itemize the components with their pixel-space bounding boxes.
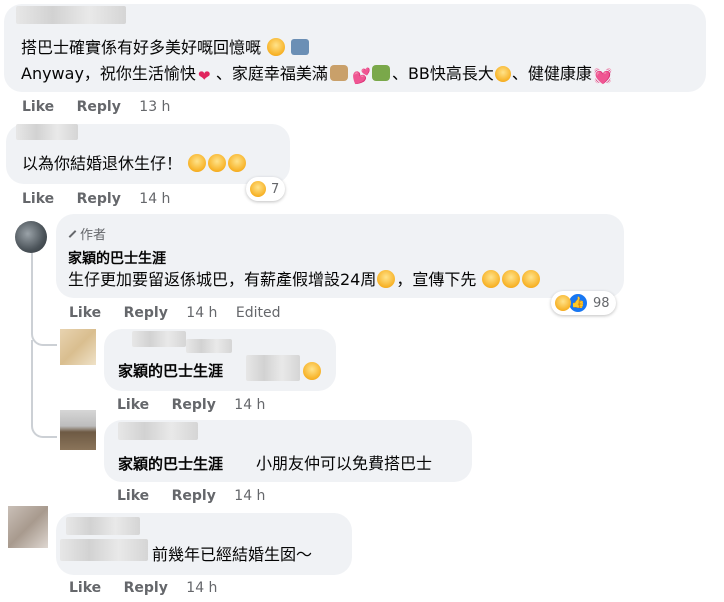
comment-actions: Like Reply 14 h xyxy=(117,488,265,504)
rolling-laughing-icon xyxy=(208,154,227,172)
timestamp[interactable]: 14 h xyxy=(139,191,170,207)
comment-actions: Like Reply 14 h xyxy=(22,191,170,207)
comment-text: 搭巴士確實係有好多美好嘅回憶嘅 xyxy=(21,38,310,58)
reply-button[interactable]: Reply xyxy=(77,191,121,207)
edited-label[interactable]: Edited xyxy=(236,305,281,321)
author-avatar[interactable] xyxy=(15,221,47,253)
comment-actions: Like Reply 14 h Edited xyxy=(69,305,281,321)
laughing-face-icon xyxy=(502,270,521,288)
mention-link[interactable]: 家穎的巴士生涯 xyxy=(118,455,223,473)
couple-icon xyxy=(329,65,348,81)
comment-text: 以為你結婚退休生仔！ xyxy=(22,154,247,174)
comment-actions: Like Reply 14 h xyxy=(117,397,265,413)
commenter-name-blurred[interactable] xyxy=(132,331,186,347)
rolling-laughing-icon xyxy=(228,154,247,172)
timestamp[interactable]: 14 h xyxy=(186,580,217,596)
author-name[interactable]: 家穎的巴士生涯 xyxy=(68,248,166,268)
comment-text: 小朋友仲可以免費搭巴士 xyxy=(256,454,433,473)
comment-bubble: 作者 家穎的巴士生涯 生仔更加要留返係城巴，有薪產假增設24周 ，宣傳下先 xyxy=(56,214,624,298)
reply-button[interactable]: Reply xyxy=(124,580,168,596)
like-button[interactable]: Like xyxy=(69,305,101,321)
comment-actions: Like Reply 14 h xyxy=(69,580,217,596)
reply-button[interactable]: Reply xyxy=(172,397,216,413)
laughing-face-icon xyxy=(188,154,207,172)
comment-actions: Like Reply 13 h xyxy=(22,99,170,115)
commenter-name-blurred[interactable] xyxy=(16,124,78,140)
timestamp[interactable]: 14 h xyxy=(234,397,265,413)
comment-bubble: 家穎的巴士生涯 xyxy=(104,329,336,391)
timestamp[interactable]: 13 h xyxy=(139,99,170,115)
house-tree-icon xyxy=(371,65,390,81)
comment-text-blurred xyxy=(246,355,300,381)
like-button[interactable]: Like xyxy=(117,488,149,504)
haha-reaction-icon xyxy=(250,181,266,197)
smiling-face-hearts-icon xyxy=(267,38,286,56)
bus-icon xyxy=(291,39,310,55)
commenter-name-blurred[interactable] xyxy=(118,422,198,440)
haha-reaction-icon xyxy=(555,295,571,311)
commenter-name-blurred[interactable] xyxy=(66,517,140,535)
like-button[interactable]: Like xyxy=(69,580,101,596)
thread-line xyxy=(31,340,57,438)
commenter-name-blurred[interactable] xyxy=(186,339,232,353)
timestamp[interactable]: 14 h xyxy=(234,488,265,504)
commenter-name-blurred[interactable] xyxy=(16,6,126,24)
reply-button[interactable]: Reply xyxy=(172,488,216,504)
comment-bubble: 前幾年已經結婚生囡～ xyxy=(56,513,352,575)
like-reaction-icon: 👍 xyxy=(568,293,588,313)
two-hearts-icon: 💕 xyxy=(351,67,371,85)
comment-text-line2: Anyway，祝你生活愉快 ❤ 、家庭幸福美滿 💕 、BB快高長大 、健健康康 💓 xyxy=(21,64,613,85)
rolling-laughing-icon xyxy=(377,270,396,288)
laughing-face-icon xyxy=(303,362,321,380)
baby-icon xyxy=(494,66,511,82)
comment-bubble: 家穎的巴士生涯 小朋友仲可以免費搭巴士 xyxy=(104,420,472,482)
comment-text: 生仔更加要留返係城巴，有薪產假增設24周 ，宣傳下先 xyxy=(68,270,541,290)
like-button[interactable]: Like xyxy=(22,191,54,207)
pencil-icon xyxy=(68,230,77,238)
commenter-avatar-blurred[interactable] xyxy=(60,410,96,450)
laughing-face-icon xyxy=(482,270,501,288)
commenter-avatar-blurred[interactable] xyxy=(8,506,48,548)
like-button[interactable]: Like xyxy=(117,397,149,413)
comment-bubble: 搭巴士確實係有好多美好嘅回憶嘅 Anyway，祝你生活愉快 ❤ 、家庭幸福美滿 💕 、B… xyxy=(4,4,706,92)
timestamp[interactable]: 14 h xyxy=(186,305,217,321)
like-button[interactable]: Like xyxy=(22,99,54,115)
thread-line xyxy=(31,252,57,346)
growing-heart-icon: 💓 xyxy=(593,67,613,85)
comment-text: 前幾年已經結婚生囡～ xyxy=(152,545,313,564)
heart-icon: ❤ xyxy=(197,67,211,85)
laughing-face-icon xyxy=(522,270,541,288)
reply-button[interactable]: Reply xyxy=(124,305,168,321)
commenter-name-blurred[interactable] xyxy=(60,539,148,561)
reply-button[interactable]: Reply xyxy=(77,99,121,115)
author-badge: 作者 xyxy=(68,224,106,243)
reaction-count[interactable]: 7 xyxy=(246,177,286,201)
commenter-avatar-blurred[interactable] xyxy=(60,329,96,365)
mention-link[interactable]: 家穎的巴士生涯 xyxy=(118,362,223,380)
reaction-count[interactable]: 👍 98 xyxy=(551,291,616,315)
comment-bubble: 以為你結婚退休生仔！ xyxy=(6,124,290,184)
